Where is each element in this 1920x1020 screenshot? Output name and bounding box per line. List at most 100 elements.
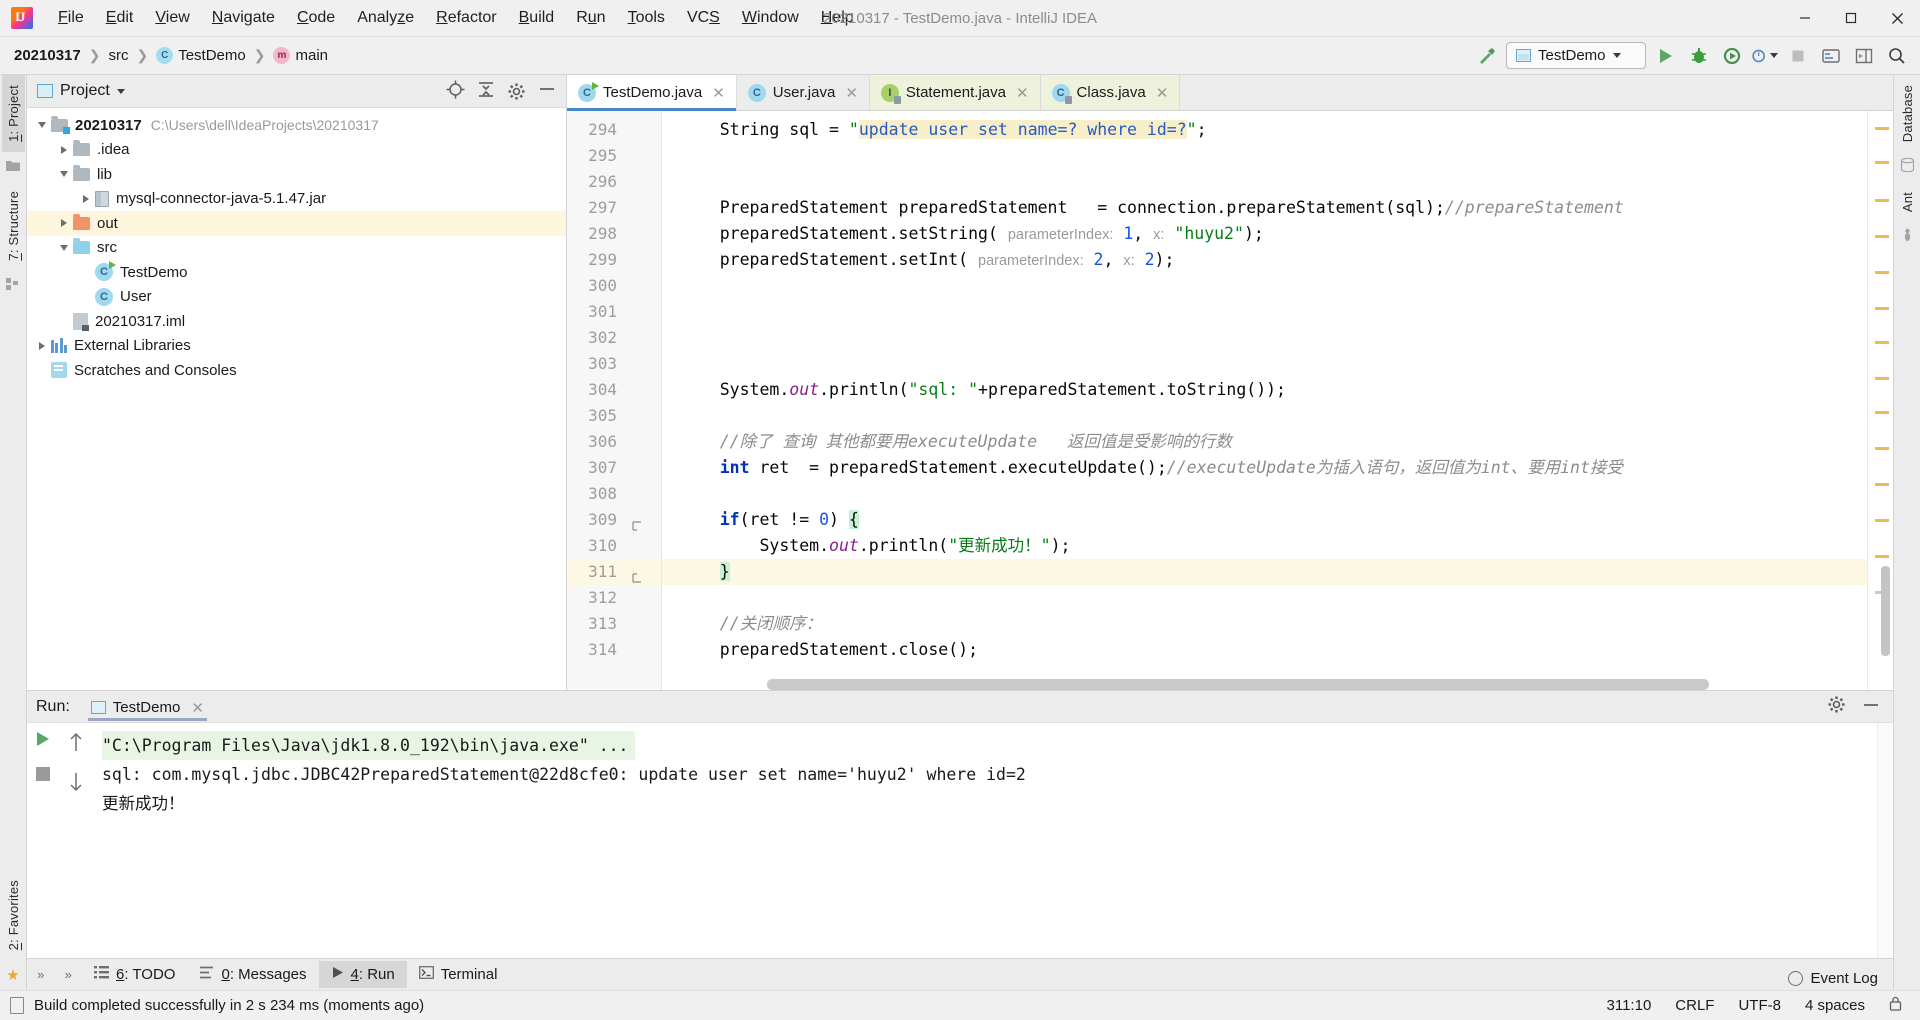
file-encoding[interactable]: UTF-8 xyxy=(1738,997,1781,1014)
rerun-icon[interactable] xyxy=(37,732,49,750)
debug-button[interactable] xyxy=(1685,42,1712,69)
tree-node-user[interactable]: C User xyxy=(27,285,566,310)
stop-icon[interactable] xyxy=(35,766,51,786)
event-log-button[interactable]: Event Log xyxy=(1788,970,1878,987)
tree-node-iml[interactable]: 20210317.iml xyxy=(27,309,566,334)
code-text[interactable]: String sql = "update user set name=? whe… xyxy=(662,111,1867,690)
editor-tabs: C TestDemo.java ✕ C User.java ✕ I Statem… xyxy=(567,75,1893,111)
menu-navigate[interactable]: Navigate xyxy=(201,5,286,31)
crosshair-icon[interactable] xyxy=(446,80,465,103)
tree-node-idea[interactable]: .idea xyxy=(27,138,566,163)
gear-icon[interactable] xyxy=(1827,695,1846,718)
sidebar-item-favorites[interactable]: 2: Favorites xyxy=(2,870,25,960)
build-project-button[interactable] xyxy=(1473,42,1500,69)
menu-view[interactable]: View xyxy=(144,5,200,31)
caret-position[interactable]: 311:10 xyxy=(1607,997,1652,1014)
chevron-right-icon[interactable] xyxy=(55,219,73,227)
menu-tools[interactable]: Tools xyxy=(617,5,676,31)
breadcrumb-item-class[interactable]: C TestDemo xyxy=(152,45,250,66)
hide-icon[interactable] xyxy=(538,80,556,102)
stop-button[interactable] xyxy=(1784,42,1811,69)
run-side-toolbar xyxy=(27,723,92,958)
bottom-tab-terminal[interactable]: Terminal xyxy=(407,961,510,988)
vertical-scrollbar-thumb[interactable] xyxy=(1881,566,1890,656)
horizontal-scrollbar[interactable] xyxy=(767,679,1837,690)
run-tab-testdemo[interactable]: TestDemo ✕ xyxy=(82,695,213,719)
sidebar-item-structure[interactable]: 7: Structure xyxy=(2,181,25,271)
code-fold-end-icon[interactable] xyxy=(631,566,643,578)
menu-build[interactable]: Build xyxy=(508,5,566,31)
breadcrumb-separator: ❯ xyxy=(89,47,101,64)
chevron-down-icon[interactable] xyxy=(55,171,73,177)
gear-icon[interactable] xyxy=(507,82,526,101)
tree-node-lib[interactable]: lib xyxy=(27,162,566,187)
code-view[interactable]: 294 295 296 297 298 299 300 301 302 303 … xyxy=(567,111,1893,690)
up-arrow-icon[interactable] xyxy=(68,732,84,756)
sidebar-item-database[interactable]: Database xyxy=(1896,75,1919,152)
tree-node-testdemo[interactable]: C TestDemo xyxy=(27,260,566,285)
collapse-all-icon[interactable] xyxy=(477,80,495,102)
run-with-coverage-button[interactable] xyxy=(1718,42,1745,69)
tab-testdemo-java[interactable]: C TestDemo.java ✕ xyxy=(567,75,737,110)
chevron-down-icon[interactable] xyxy=(33,122,51,128)
tab-statement-java[interactable]: I Statement.java ✕ xyxy=(870,75,1041,110)
tree-node-mysql-jar[interactable]: mysql-connector-java-5.1.47.jar xyxy=(27,187,566,212)
layout-button[interactable] xyxy=(1850,42,1877,69)
profile-button[interactable] xyxy=(1751,42,1778,69)
run-button[interactable] xyxy=(1652,42,1679,69)
project-view-selector[interactable]: Project xyxy=(33,80,129,102)
error-stripe-markers[interactable] xyxy=(1867,111,1893,690)
console-scrollbar[interactable] xyxy=(1877,723,1893,958)
tab-class-java[interactable]: C Class.java ✕ xyxy=(1041,75,1181,110)
menu-edit[interactable]: Edit xyxy=(95,5,145,31)
chevron-right-icon[interactable] xyxy=(55,146,73,154)
expand-right-icon[interactable]: » xyxy=(37,967,44,982)
close-icon[interactable]: ✕ xyxy=(845,84,858,102)
indent-setting[interactable]: 4 spaces xyxy=(1805,997,1865,1014)
line-separator[interactable]: CRLF xyxy=(1675,997,1714,1014)
down-arrow-icon[interactable] xyxy=(68,772,84,796)
menu-run[interactable]: Run xyxy=(565,5,616,31)
menu-refactor[interactable]: Refactor xyxy=(425,5,507,31)
breadcrumb-label: 20210317 xyxy=(14,47,81,64)
chevron-down-icon[interactable] xyxy=(55,245,73,251)
bottom-tab-messages[interactable]: 0: Messages xyxy=(187,961,318,988)
menu-analyze[interactable]: Analyze xyxy=(346,5,425,31)
bottom-tab-run[interactable]: 4: Run xyxy=(319,961,407,988)
sidebar-item-project[interactable]: 1: Project xyxy=(2,75,25,152)
close-icon[interactable]: ✕ xyxy=(1156,84,1169,102)
run-configuration-selector[interactable]: TestDemo xyxy=(1506,42,1646,69)
close-button[interactable] xyxy=(1874,0,1920,37)
menu-file[interactable]: File xyxy=(47,5,95,31)
menu-vcs[interactable]: VCS xyxy=(676,5,731,31)
close-icon[interactable]: ✕ xyxy=(191,699,204,717)
breadcrumb-item-method[interactable]: m main xyxy=(269,45,332,66)
tree-node-src[interactable]: src xyxy=(27,236,566,261)
tree-node-scratches[interactable]: Scratches and Consoles xyxy=(27,358,566,383)
chevron-right-icon[interactable] xyxy=(33,342,51,350)
menu-code[interactable]: Code xyxy=(286,5,346,31)
expand-right-icon-2[interactable]: » xyxy=(65,967,72,982)
maximize-button[interactable] xyxy=(1828,0,1874,37)
search-icon[interactable] xyxy=(1883,42,1910,69)
breadcrumb-item-src[interactable]: src xyxy=(104,45,132,66)
menu-help[interactable]: Help xyxy=(810,5,865,31)
breadcrumb-item-project[interactable]: 20210317 xyxy=(10,45,85,66)
close-icon[interactable]: ✕ xyxy=(1016,84,1029,102)
tree-node-out[interactable]: out xyxy=(27,211,566,236)
tree-node-20210317[interactable]: 20210317 C:\Users\dell\IdeaProjects\2021… xyxy=(27,113,566,138)
updates-button[interactable] xyxy=(1817,42,1844,69)
hide-icon[interactable] xyxy=(1862,696,1880,718)
tab-user-java[interactable]: C User.java ✕ xyxy=(737,75,870,110)
sidebar-item-ant[interactable]: Ant xyxy=(1896,182,1919,222)
code-fold-icon[interactable] xyxy=(631,514,643,526)
run-console-output[interactable]: "C:\Program Files\Java\jdk1.8.0_192\bin\… xyxy=(92,723,1877,958)
tree-node-external-libraries[interactable]: External Libraries xyxy=(27,334,566,359)
minimize-button[interactable] xyxy=(1782,0,1828,37)
bottom-tab-label: 6: TODO xyxy=(116,966,175,983)
close-icon[interactable]: ✕ xyxy=(712,84,725,102)
menu-window[interactable]: Window xyxy=(731,5,810,31)
bottom-tab-todo[interactable]: 6: TODO xyxy=(82,961,187,988)
chevron-right-icon[interactable] xyxy=(77,195,95,203)
lock-icon[interactable] xyxy=(1889,996,1902,1015)
